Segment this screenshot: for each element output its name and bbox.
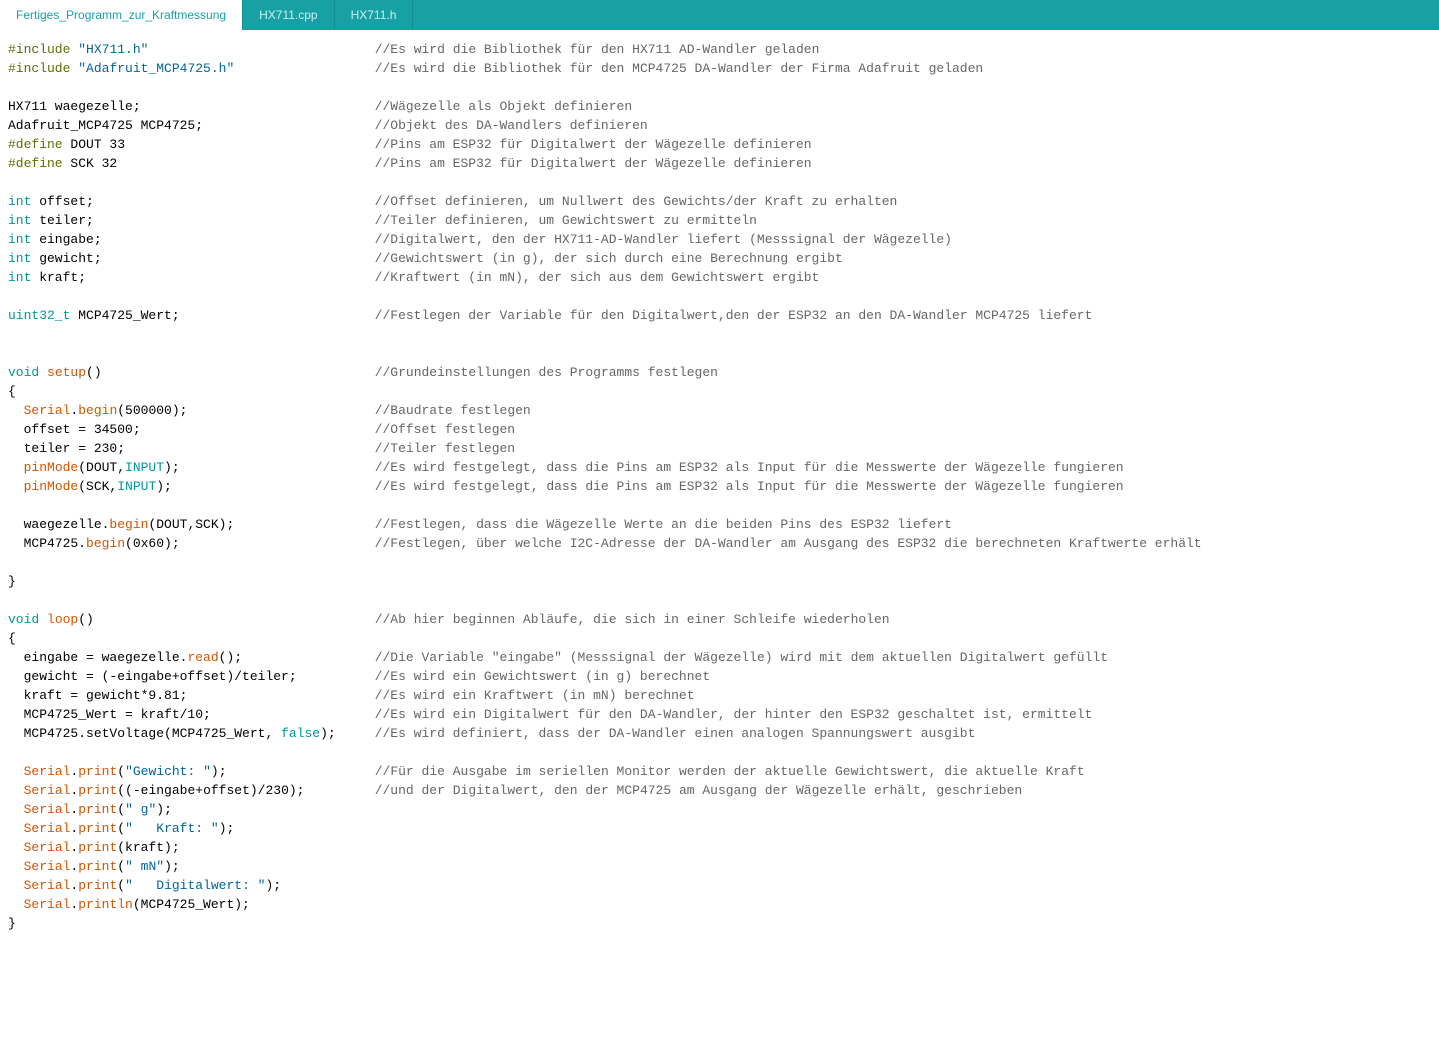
code-line — [8, 496, 1431, 515]
tab-1[interactable]: HX711.cpp — [243, 0, 334, 30]
code-line — [8, 78, 1431, 97]
code-line: MCP4725_Wert = kraft/10; //Es wird ein D… — [8, 705, 1431, 724]
code-line: #define DOUT 33 //Pins am ESP32 für Digi… — [8, 135, 1431, 154]
code-line: int offset; //Offset definieren, um Null… — [8, 192, 1431, 211]
code-line: Serial.print(kraft); — [8, 838, 1431, 857]
code-line: uint32_t MCP4725_Wert; //Festlegen der V… — [8, 306, 1431, 325]
code-line: Serial.print(" mN"); — [8, 857, 1431, 876]
code-line: #define SCK 32 //Pins am ESP32 für Digit… — [8, 154, 1431, 173]
code-line: Serial.print((-eingabe+offset)/230); //u… — [8, 781, 1431, 800]
code-line — [8, 325, 1431, 344]
code-line: pinMode(SCK,INPUT); //Es wird festgelegt… — [8, 477, 1431, 496]
code-line — [8, 173, 1431, 192]
code-line: teiler = 230; //Teiler festlegen — [8, 439, 1431, 458]
code-line: Serial.print(" g"); — [8, 800, 1431, 819]
tab-2[interactable]: HX711.h — [335, 0, 414, 30]
code-line — [8, 743, 1431, 762]
code-line: void loop() //Ab hier beginnen Abläufe, … — [8, 610, 1431, 629]
code-line: Adafruit_MCP4725 MCP4725; //Objekt des D… — [8, 116, 1431, 135]
code-line: int kraft; //Kraftwert (in mN), der sich… — [8, 268, 1431, 287]
code-line: #include "Adafruit_MCP4725.h" //Es wird … — [8, 59, 1431, 78]
code-line: HX711 waegezelle; //Wägezelle als Objekt… — [8, 97, 1431, 116]
code-line: #include "HX711.h" //Es wird die Bibliot… — [8, 40, 1431, 59]
code-line: Serial.print(" Kraft: "); — [8, 819, 1431, 838]
code-line: Serial.println(MCP4725_Wert); — [8, 895, 1431, 914]
code-line: int eingabe; //Digitalwert, den der HX71… — [8, 230, 1431, 249]
code-line: Serial.begin(500000); //Baudrate festleg… — [8, 401, 1431, 420]
tab-bar: Fertiges_Programm_zur_KraftmessungHX711.… — [0, 0, 1439, 30]
code-line: pinMode(DOUT,INPUT); //Es wird festgeleg… — [8, 458, 1431, 477]
code-line: waegezelle.begin(DOUT,SCK); //Festlegen,… — [8, 515, 1431, 534]
code-line: MCP4725.begin(0x60); //Festlegen, über w… — [8, 534, 1431, 553]
code-line: void setup() //Grundeinstellungen des Pr… — [8, 363, 1431, 382]
code-line: { — [8, 629, 1431, 648]
code-line: int gewicht; //Gewichtswert (in g), der … — [8, 249, 1431, 268]
tab-0[interactable]: Fertiges_Programm_zur_Kraftmessung — [0, 0, 243, 30]
code-editor[interactable]: #include "HX711.h" //Es wird die Bibliot… — [0, 30, 1439, 943]
code-line: MCP4725.setVoltage(MCP4725_Wert, false);… — [8, 724, 1431, 743]
code-line — [8, 553, 1431, 572]
code-line: { — [8, 382, 1431, 401]
code-line: } — [8, 572, 1431, 591]
code-line: eingabe = waegezelle.read(); //Die Varia… — [8, 648, 1431, 667]
code-line: } — [8, 914, 1431, 933]
code-line — [8, 344, 1431, 363]
code-line: Serial.print(" Digitalwert: "); — [8, 876, 1431, 895]
code-line: gewicht = (-eingabe+offset)/teiler; //Es… — [8, 667, 1431, 686]
code-line: kraft = gewicht*9.81; //Es wird ein Kraf… — [8, 686, 1431, 705]
code-line: int teiler; //Teiler definieren, um Gewi… — [8, 211, 1431, 230]
code-line: Serial.print("Gewicht: "); //Für die Aus… — [8, 762, 1431, 781]
code-line: offset = 34500; //Offset festlegen — [8, 420, 1431, 439]
code-line — [8, 591, 1431, 610]
code-line — [8, 287, 1431, 306]
